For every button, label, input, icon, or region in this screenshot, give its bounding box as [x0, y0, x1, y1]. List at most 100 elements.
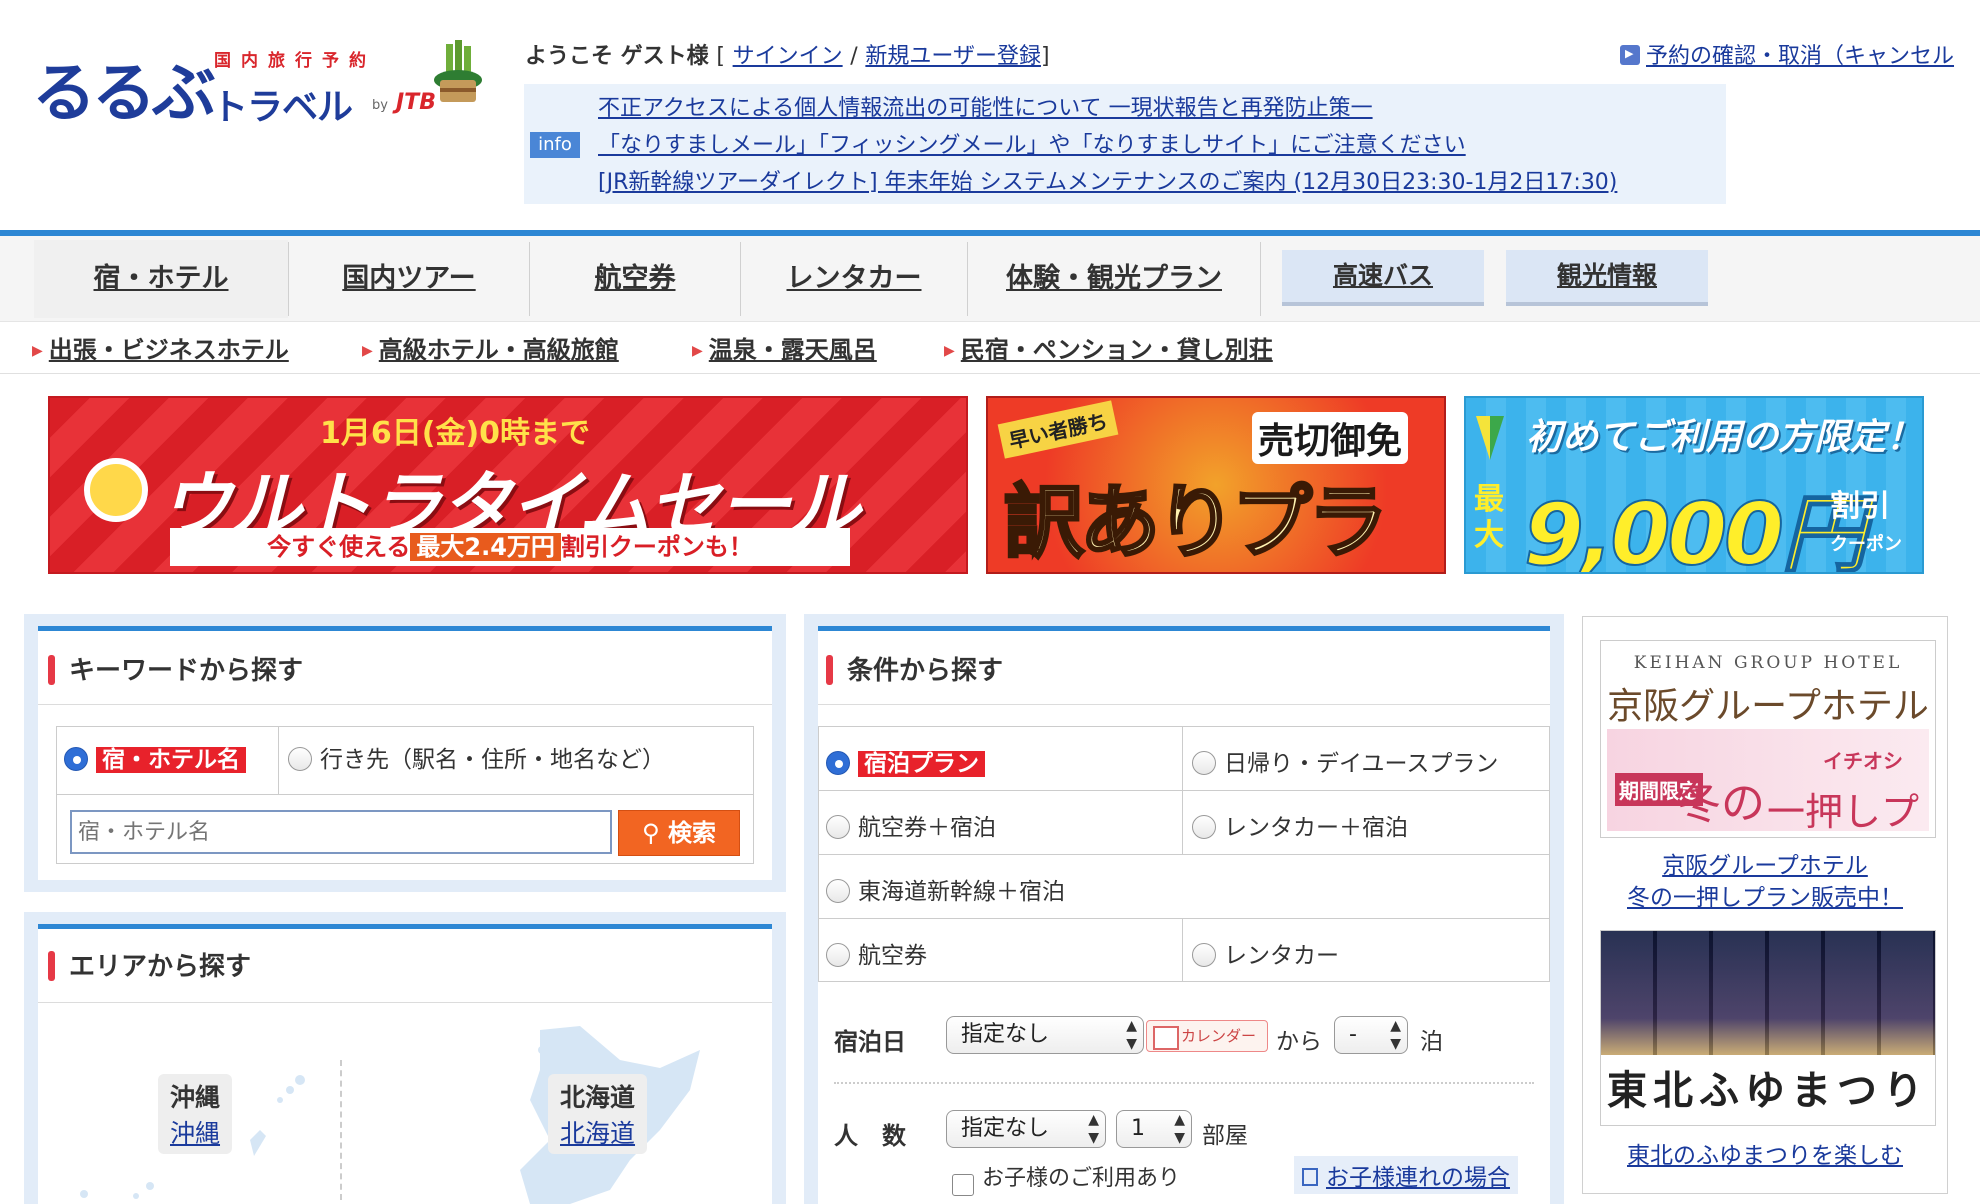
coupon-text: クーポン [1830, 534, 1902, 555]
updown-arrow-icon: ▲ ▼ [1390, 1018, 1401, 1052]
subnav-item-minshuku[interactable]: ▶ 民宿・ペンション・貸し別荘 [944, 330, 1273, 365]
divider [818, 854, 1550, 855]
tab-hotel[interactable]: 宿・ホテル [34, 240, 288, 318]
subnav-label[interactable]: 高級ホテル・高級旅館 [379, 336, 619, 364]
discount-plan-banner[interactable]: 早い者勝ち 売切御免 訳ありプラン [986, 396, 1446, 574]
ultra-time-sale-banner[interactable]: 1月6日(金)0時まで ウルトラタイムセール 今すぐ使える 最大2.4万円 割引クー… [48, 396, 968, 574]
child-info-link[interactable]: お子様連れの場合 [1294, 1156, 1518, 1194]
stay-date-select[interactable]: 指定なし ▲ ▼ [946, 1016, 1144, 1054]
keyword-panel-title: キーワードから探す [48, 650, 303, 687]
radio-rental-car[interactable]: レンタカー [1192, 936, 1339, 970]
region-okinawa-link[interactable]: 沖縄 [170, 1114, 220, 1150]
child-checkbox[interactable] [952, 1174, 974, 1196]
search-button-label: 検索 [667, 819, 716, 847]
logo-travel-text: トラベル [212, 87, 353, 128]
triangle-right-icon: ▶ [692, 343, 703, 359]
child-info-link-text[interactable]: お子様連れの場合 [1326, 1165, 1510, 1191]
region-hokkaido-link[interactable]: 北海道 [560, 1114, 635, 1150]
tourism-info-label[interactable]: 観光情報 [1557, 261, 1657, 290]
stay-date-label: 宿泊日 [834, 1028, 906, 1056]
radio-icon[interactable] [1192, 942, 1216, 967]
region-okinawa-name: 沖縄 [170, 1083, 221, 1112]
radio-icon[interactable] [1192, 814, 1216, 839]
subnav-label[interactable]: 民宿・ペンション・貸し別荘 [961, 336, 1273, 364]
tohoku-link-line[interactable]: 東北のふゆまつりを楽しむ [1582, 1136, 1948, 1170]
keihan-link-line2[interactable]: 冬の一押しプラン販売中！ [1582, 878, 1948, 912]
festival-photos [1601, 931, 1935, 1055]
info-link-3[interactable]: [JR新幹線ツアーダイレクト] 年末年始 システムメンテナンスのご案内 (12月… [598, 170, 1617, 195]
radio-car-stay[interactable]: レンタカー＋宿泊 [1192, 808, 1408, 842]
divider [56, 794, 754, 795]
radio-selected-icon[interactable] [826, 750, 850, 775]
highway-bus-label[interactable]: 高速バス [1333, 261, 1433, 290]
calendar-button[interactable]: カレンダー [1146, 1020, 1268, 1052]
max-label: 最大 [1474, 482, 1504, 553]
radio-flight[interactable]: 航空券 [826, 936, 927, 970]
info-link-2[interactable]: 「なりすましメール」「フィッシングメール」や「なりすましサイト」にご注意ください [598, 133, 1466, 158]
tab-rental-car[interactable]: レンタカー [741, 240, 967, 318]
from-label: から [1276, 1029, 1322, 1055]
first-time-coupon-banner[interactable]: 初めてご利用の方限定！ 最大 9,000円 割引 クーポン [1464, 396, 1924, 574]
info-link-1[interactable]: 不正アクセスによる個人情報流出の可能性について 一現状報告と再発防止策一 [598, 96, 1373, 121]
logo-main-text: るるぶ [32, 57, 216, 131]
subnav-item-business[interactable]: ▶ 出張・ビジネスホテル [32, 330, 289, 365]
region-okinawa: 沖縄 沖縄 [158, 1074, 233, 1154]
bracket-close: ] [1040, 44, 1050, 69]
radio-shinkansen-stay[interactable]: 東海道新幹線＋宿泊 [826, 872, 1065, 906]
radio-icon[interactable] [826, 878, 850, 903]
tohoku-link[interactable]: 東北のふゆまつりを楽しむ [1627, 1143, 1903, 1169]
radio-flight-stay[interactable]: 航空券＋宿泊 [826, 808, 996, 842]
child-checkbox-label: お子様のご利用あり [982, 1166, 1181, 1191]
nights-select[interactable]: - ▲ ▼ [1334, 1016, 1408, 1054]
tab-domestic-tour-label[interactable]: 国内ツアー [342, 263, 475, 294]
radio-selected-icon[interactable] [64, 746, 88, 771]
jtb-logo: JTB [396, 90, 436, 115]
tohoku-festival-ad[interactable]: 東北ふゆまつり [1600, 930, 1936, 1126]
nav-button-tourism-info[interactable]: 観光情報 [1506, 250, 1708, 306]
radio-stay-plan[interactable]: 宿泊プラン [826, 744, 985, 778]
alarm-clock-icon [84, 458, 148, 522]
keihan-link-line1[interactable]: 京阪グループホテル [1582, 846, 1948, 880]
tab-flights-label[interactable]: 航空券 [595, 263, 676, 294]
subnav-item-luxury[interactable]: ▶ 高級ホテル・高級旅館 [362, 330, 619, 365]
signin-link[interactable]: サインイン [733, 44, 843, 69]
tab-rental-car-label[interactable]: レンタカー [787, 263, 922, 294]
site-logo[interactable]: るるぶ 国内旅行予約 トラベル by JTB [32, 38, 492, 131]
rooms-value: 1 [1131, 1116, 1145, 1141]
register-link[interactable]: 新規ユーザー登録 [865, 44, 1041, 69]
nav-button-highway-bus[interactable]: 高速バス [1282, 250, 1484, 306]
tab-domestic-tour[interactable]: 国内ツアー [289, 240, 529, 318]
reservation-link[interactable]: 予約の確認・取消（キャンセル [1646, 44, 1954, 69]
tab-flights[interactable]: 航空券 [530, 240, 740, 318]
radio-destination[interactable]: 行き先（駅名・住所・地名など） [288, 740, 665, 774]
radio-icon[interactable] [826, 814, 850, 839]
radio-hotel-name[interactable]: 宿・ホテル名 [64, 740, 246, 774]
region-hokkaido-name: 北海道 [560, 1083, 636, 1112]
tab-hotel-label[interactable]: 宿・ホテル [94, 263, 229, 294]
people-select[interactable]: 指定なし ▲ ▼ [946, 1110, 1106, 1148]
radio-icon[interactable] [288, 746, 312, 771]
rooms-select[interactable]: 1 ▲ ▼ [1116, 1110, 1192, 1148]
subnav-label[interactable]: 温泉・露天風呂 [709, 336, 877, 364]
tab-activities-label[interactable]: 体験・観光プラン [1006, 263, 1222, 294]
subnav-label[interactable]: 出張・ビジネスホテル [49, 336, 289, 364]
map-divider [340, 1060, 342, 1200]
radio-icon[interactable] [826, 942, 850, 967]
keyword-search-button[interactable]: ⚲ 検索 [618, 810, 740, 856]
triangle-right-icon: ▶ [944, 343, 955, 359]
info-list: 不正アクセスによる個人情報流出の可能性について 一現状報告と再発防止策一 「なり… [598, 90, 1617, 201]
keihan-hotel-ad[interactable]: KEIHAN GROUP HOTEL 京阪グループホテル 期間限定 冬の イチオ… [1600, 640, 1936, 838]
keihan-link-2[interactable]: 冬の一押しプラン販売中！ [1627, 885, 1903, 911]
tab-activities[interactable]: 体験・観光プラン [968, 240, 1260, 318]
triangle-right-icon: ▶ [32, 343, 43, 359]
keyword-search-input[interactable] [70, 810, 612, 854]
subnav-item-onsen[interactable]: ▶ 温泉・露天風呂 [692, 330, 877, 365]
radio-day-use[interactable]: 日帰り・デイユースプラン [1192, 744, 1498, 778]
info-badge: info [530, 132, 580, 158]
keihan-link-1[interactable]: 京阪グループホテル [1662, 853, 1868, 879]
reservation-check[interactable]: 予約の確認・取消（キャンセル [1620, 38, 1954, 70]
radio-rental-car-label: レンタカー [1224, 943, 1339, 969]
radio-icon[interactable] [1192, 750, 1216, 775]
logo-by-text: by [372, 98, 388, 113]
winter-text: 冬の [1677, 778, 1765, 829]
